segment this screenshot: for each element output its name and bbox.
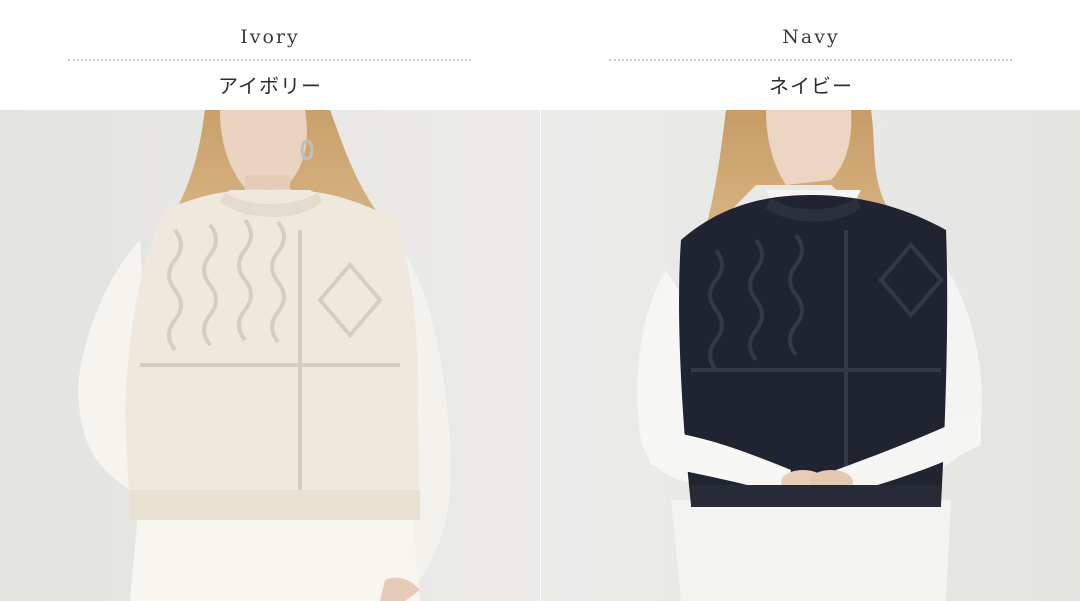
color-name-english: Navy: [782, 26, 840, 48]
product-photo-navy: [541, 110, 1080, 601]
dotted-divider: [609, 59, 1012, 61]
dotted-divider: [68, 59, 471, 61]
color-panel-navy: Navy ネイビー: [540, 0, 1080, 601]
color-header: Ivory アイボリー: [0, 0, 540, 110]
color-name-japanese: アイボリー: [218, 74, 322, 98]
color-name-english: Ivory: [240, 26, 300, 48]
color-header: Navy ネイビー: [541, 0, 1080, 110]
color-panel-ivory: Ivory アイボリー: [0, 0, 540, 601]
color-name-japanese: ネイビー: [769, 74, 853, 98]
color-variation-page: Ivory アイボリー Navy ネイビー: [0, 0, 1080, 601]
product-photo-ivory: [0, 110, 540, 601]
